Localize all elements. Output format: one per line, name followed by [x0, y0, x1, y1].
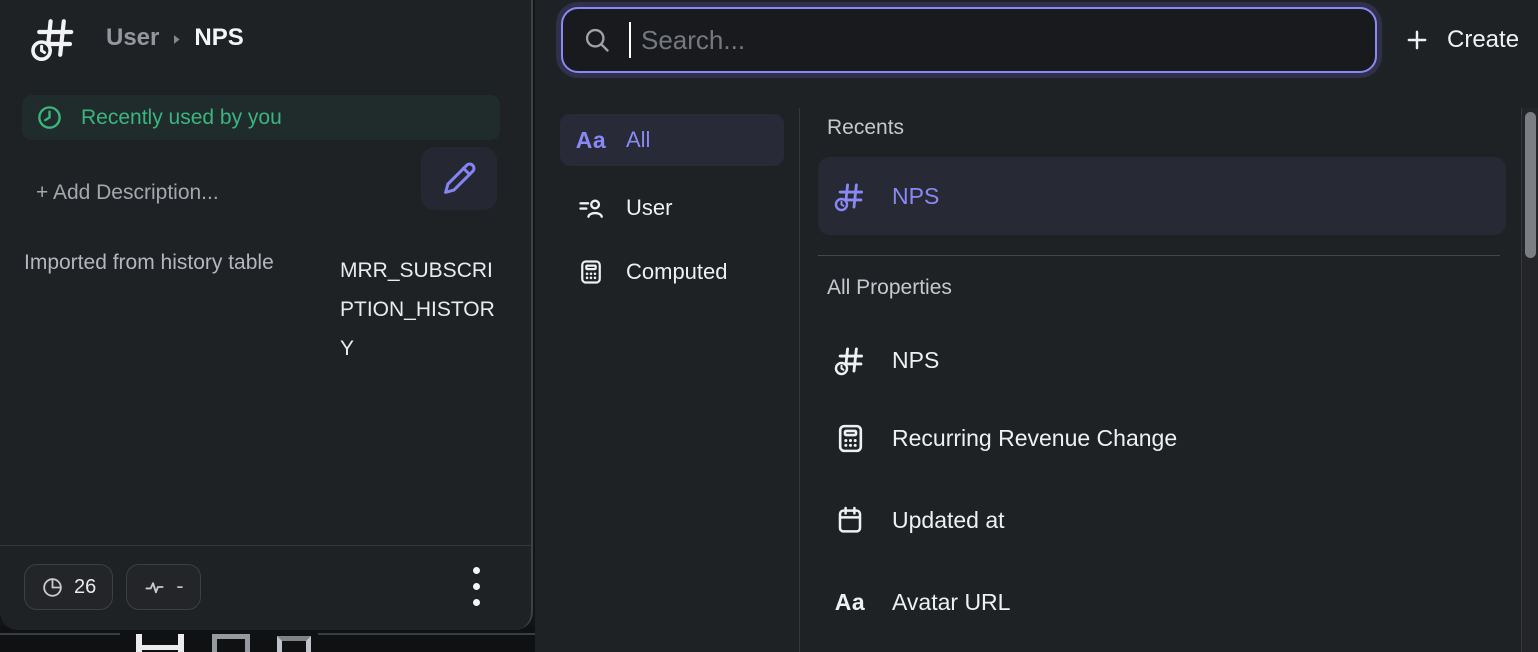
- text-caret: [629, 22, 631, 58]
- search-bar-focus-ring: [556, 2, 1382, 78]
- add-description-button[interactable]: + Add Description...: [36, 181, 219, 205]
- recently-used-label: Recently used by you: [81, 106, 282, 130]
- recents-header: Recents: [827, 116, 904, 140]
- search-input[interactable]: [561, 7, 1377, 73]
- calculator-icon: [576, 258, 606, 286]
- calendar-icon: [832, 504, 868, 536]
- category-tab-computed[interactable]: Computed: [560, 246, 784, 298]
- chevron-right-icon: [169, 32, 184, 47]
- more-options-button[interactable]: [462, 560, 490, 612]
- result-label: Avatar URL: [892, 589, 1010, 616]
- category-tab-user[interactable]: User: [560, 182, 784, 234]
- import-source-row: Imported from history table MRR_SUBSCRIP…: [24, 251, 500, 368]
- property-item-recurring-revenue-change[interactable]: Recurring Revenue Change: [818, 408, 1506, 468]
- history-clock-icon: [36, 104, 63, 131]
- property-search-dropdown: Create Aa All User: [535, 0, 1538, 652]
- background-column-icon: [212, 634, 250, 652]
- scrollbar-thumb[interactable]: [1525, 112, 1536, 258]
- property-item-nps[interactable]: NPS: [818, 330, 1506, 390]
- kebab-dot: [473, 599, 480, 606]
- text-format-icon: Aa: [576, 127, 606, 154]
- result-label: NPS: [892, 347, 939, 374]
- category-label: User: [626, 195, 672, 221]
- pie-chart-icon: [41, 576, 64, 599]
- search-text-field[interactable]: [639, 25, 1355, 56]
- number-history-icon: [30, 14, 78, 62]
- breadcrumb: User NPS: [106, 24, 244, 52]
- kebab-dot: [473, 567, 480, 574]
- screen: User NPS Recently used by you + Add Desc…: [0, 0, 1538, 652]
- category-label: All: [626, 127, 650, 153]
- kebab-dot: [473, 583, 480, 590]
- trend-pill[interactable]: -: [126, 564, 200, 610]
- category-tab-all[interactable]: Aa All: [560, 114, 784, 166]
- background-column-icon: [277, 636, 311, 652]
- section-divider: [818, 255, 1500, 256]
- create-button[interactable]: Create: [1403, 16, 1519, 64]
- text-format-icon: Aa: [832, 589, 868, 616]
- recently-used-badge: Recently used by you: [22, 95, 500, 140]
- results-divider: [799, 108, 800, 652]
- recent-item-nps[interactable]: NPS: [818, 157, 1506, 235]
- search-icon: [583, 26, 611, 54]
- activity-icon: [143, 576, 166, 599]
- calculator-icon: [832, 422, 868, 455]
- all-properties-header: All Properties: [827, 276, 952, 300]
- breadcrumb-parent[interactable]: User: [106, 24, 159, 52]
- distribution-count: 26: [74, 576, 96, 599]
- panel-header: User NPS: [30, 14, 244, 62]
- trend-value: -: [176, 573, 183, 599]
- property-item-updated-at[interactable]: Updated at: [818, 490, 1506, 550]
- plus-icon: [1403, 26, 1431, 54]
- import-source-value: MRR_SUBSCRIPTION_HISTORY: [340, 251, 500, 368]
- breadcrumb-current: NPS: [194, 24, 243, 52]
- background-line: [0, 633, 120, 635]
- result-label: Updated at: [892, 507, 1005, 534]
- user-list-icon: [576, 194, 606, 222]
- scrollbar-track[interactable]: [1521, 108, 1538, 652]
- result-label: NPS: [892, 183, 939, 210]
- category-label: Computed: [626, 259, 728, 285]
- number-history-icon: [832, 179, 868, 213]
- panel-footer: 26 -: [0, 545, 531, 630]
- number-history-icon: [832, 343, 868, 377]
- distribution-count-pill[interactable]: 26: [24, 564, 113, 610]
- edit-description-button[interactable]: [421, 147, 497, 210]
- import-source-label: Imported from history table: [24, 251, 274, 368]
- background-column-icon: [136, 634, 184, 652]
- pencil-icon: [441, 161, 477, 197]
- property-details-panel: User NPS Recently used by you + Add Desc…: [0, 0, 533, 630]
- property-item-avatar-url[interactable]: Aa Avatar URL: [818, 572, 1506, 632]
- create-button-label: Create: [1447, 26, 1519, 54]
- result-label: Recurring Revenue Change: [892, 425, 1177, 452]
- background-line: [318, 633, 535, 635]
